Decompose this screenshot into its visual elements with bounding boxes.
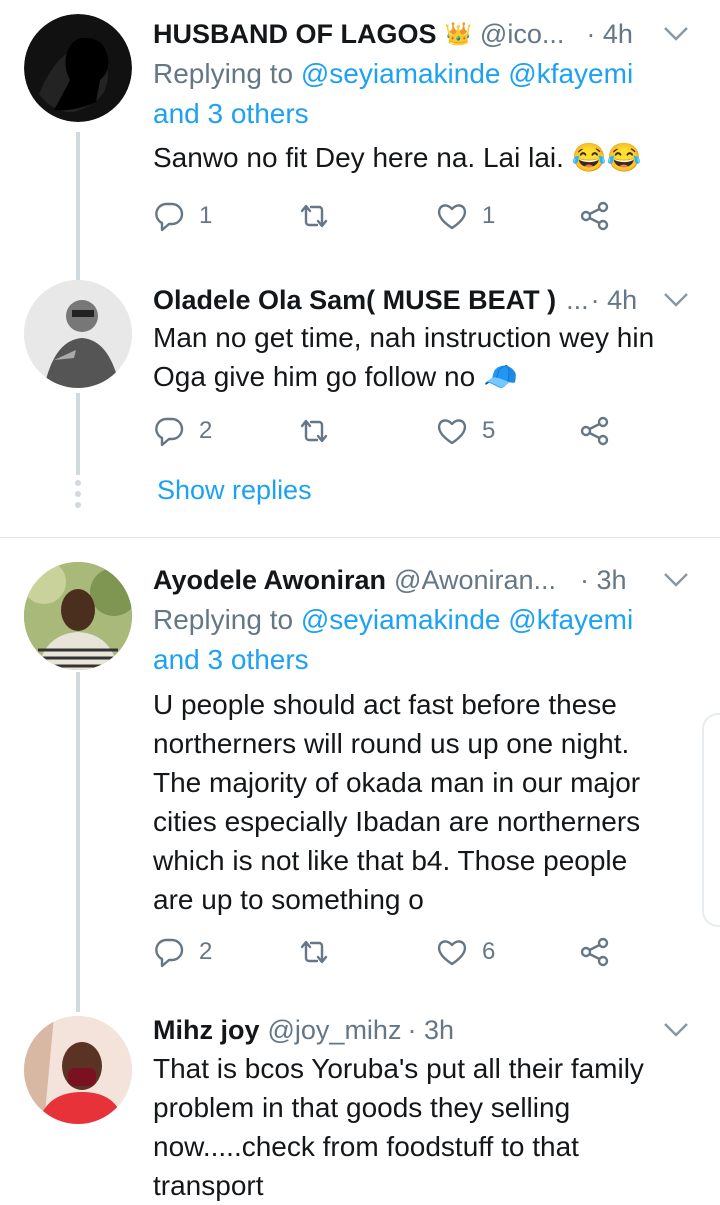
reply-icon <box>155 938 184 968</box>
tweet-text: U people should act fast before these no… <box>153 685 696 919</box>
like-button[interactable]: 5 <box>436 415 579 447</box>
tweet-text-line: The majority of okada man in our major <box>153 767 641 798</box>
tweet-text-line: now.....check from foodstuff to that <box>153 1131 579 1162</box>
timestamp[interactable]: · 4h <box>586 19 633 50</box>
share-button[interactable] <box>579 936 611 968</box>
tweet[interactable]: HUSBAND OF LAGOS 👑 @ico... · 4h Replying… <box>0 0 720 260</box>
heart-icon <box>437 419 467 445</box>
display-name[interactable]: Oladele Ola Sam( MUSE BEAT ) <box>153 285 556 316</box>
tweet-text-line: cities especially Ibadan are northerners <box>153 806 641 837</box>
tweet-text-line: U people should act fast before these <box>153 689 617 720</box>
display-name[interactable]: Mihz joy <box>153 1015 260 1046</box>
and-others-link[interactable]: and 3 others <box>153 98 309 129</box>
tweet[interactable]: Mihz joy @joy_mihz · 3h That is bcos Yor… <box>0 1010 720 1204</box>
avatar[interactable] <box>24 280 132 388</box>
tweet-header: Ayodele Awoniran @Awoniran... · 3h <box>153 560 696 600</box>
share-icon <box>580 416 609 446</box>
tweet[interactable]: Oladele Ola Sam( MUSE BEAT ) ... · 4h Ma… <box>0 270 720 530</box>
chevron-down-icon[interactable] <box>656 560 696 600</box>
user-handle[interactable]: @ico... <box>480 19 564 50</box>
mention-links[interactable]: @seyiamakinde @kfayemi <box>301 58 633 89</box>
and-others-link[interactable]: and 3 others <box>153 644 309 675</box>
like-button[interactable]: 1 <box>436 200 579 232</box>
reply-button[interactable]: 1 <box>153 200 298 232</box>
tweet[interactable]: Ayodele Awoniran @Awoniran... · 3h Reply… <box>0 554 720 1004</box>
share-button[interactable] <box>579 200 611 232</box>
tweet-text-line: That is bcos Yoruba's put all their fami… <box>153 1053 644 1084</box>
user-handle[interactable]: @joy_mihz <box>268 1015 402 1046</box>
chevron-down-icon[interactable] <box>656 1010 696 1050</box>
like-button[interactable]: 6 <box>436 936 579 968</box>
timestamp[interactable]: · 4h <box>591 285 638 316</box>
replying-to-label: Replying to <box>153 58 301 89</box>
reply-icon <box>155 202 184 232</box>
tweet-header: Mihz joy @joy_mihz · 3h <box>153 1010 696 1050</box>
reply-count: 2 <box>199 417 213 444</box>
reply-count: 2 <box>199 938 213 965</box>
chevron-down-icon[interactable] <box>656 280 696 320</box>
display-name[interactable]: Ayodele Awoniran <box>153 565 386 596</box>
tweet-text: Sanwo no fit Dey here na. Lai lai. 😂😂 <box>153 142 642 173</box>
show-replies-link[interactable]: Show replies <box>157 475 312 506</box>
reply-icon <box>155 417 184 447</box>
avatar[interactable] <box>24 1016 132 1124</box>
share-icon <box>580 937 609 967</box>
crown-emoji: 👑 <box>444 21 472 46</box>
retweet-button[interactable] <box>298 200 436 232</box>
retweet-button[interactable] <box>298 415 436 447</box>
retweet-button[interactable] <box>298 936 436 968</box>
user-handle[interactable]: @Awoniran... <box>394 565 556 596</box>
retweet-icon <box>300 419 328 443</box>
scroll-handle[interactable] <box>702 713 720 927</box>
tweet-text-line: are up to something o <box>153 884 424 915</box>
replying-to: Replying to @seyiamakinde @kfayemi and 3… <box>153 600 696 680</box>
tweet-text-line: which is not like that b4. Those people <box>153 845 628 876</box>
divider <box>0 537 720 538</box>
heart-icon <box>437 204 467 230</box>
avatar[interactable] <box>24 14 132 122</box>
mention-links[interactable]: @seyiamakinde @kfayemi <box>301 604 633 635</box>
like-count: 1 <box>482 202 496 229</box>
tweet-text-line: Man no get time, nah instruction wey hin <box>153 322 655 353</box>
replying-to: Replying to @seyiamakinde @kfayemi and 3… <box>153 54 696 134</box>
like-count: 5 <box>482 417 496 444</box>
tweet-text-line: transport <box>153 1170 264 1201</box>
tweet-text: That is bcos Yoruba's put all their fami… <box>153 1049 696 1205</box>
tweet-text-line: northerners will round us up one night. <box>153 728 630 759</box>
tweet-text: Man no get time, nah instruction wey hin… <box>153 318 696 396</box>
tweet-text-line: Oga give him go follow no 🧢 <box>153 361 518 392</box>
reply-button[interactable]: 2 <box>153 415 298 447</box>
display-name[interactable]: HUSBAND OF LAGOS <box>153 19 437 50</box>
reply-button[interactable]: 2 <box>153 936 298 968</box>
share-button[interactable] <box>579 415 611 447</box>
reply-count: 1 <box>199 202 213 229</box>
share-icon <box>580 201 609 231</box>
tweet-header: Oladele Ola Sam( MUSE BEAT ) ... · 4h <box>153 280 696 320</box>
timestamp[interactable]: · 3h <box>580 565 627 596</box>
chevron-down-icon[interactable] <box>656 14 696 54</box>
avatar[interactable] <box>24 562 132 670</box>
tweet-header: HUSBAND OF LAGOS 👑 @ico... · 4h <box>153 14 696 54</box>
timestamp[interactable]: · 3h <box>407 1015 454 1046</box>
replying-to-label: Replying to <box>153 604 301 635</box>
retweet-icon <box>300 940 328 964</box>
retweet-icon <box>300 204 328 228</box>
heart-icon <box>437 940 467 966</box>
tweet-text-line: problem in that goods they selling <box>153 1092 571 1123</box>
user-handle[interactable]: ... <box>566 285 589 316</box>
like-count: 6 <box>482 938 496 965</box>
